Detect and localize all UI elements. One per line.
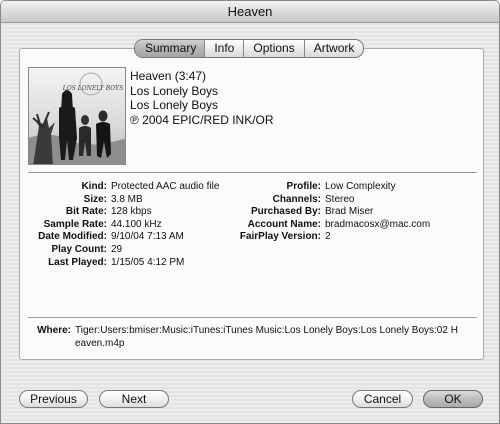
detail-row-profile: Profile: Low Complexity <box>286 181 396 192</box>
previous-button[interactable]: Previous <box>19 390 88 408</box>
where-path: Tiger:Users:bmiser:Music:iTunes:iTunes M… <box>75 325 458 349</box>
top-divider <box>28 172 477 173</box>
next-button[interactable]: Next <box>99 390 169 408</box>
album-artwork-image: LOS LONELY BOYS <box>29 68 125 164</box>
info-dialog-window: Heaven Summary Info Options Artwork LOS … <box>0 0 500 424</box>
tab-bar: Summary Info Options Artwork <box>134 39 365 58</box>
detail-row-purchased-by: Purchased By: Brad Miser <box>250 206 374 218</box>
cancel-button[interactable]: Cancel <box>352 390 413 408</box>
track-album: Los Lonely Boys <box>130 98 219 112</box>
detail-row-bit-rate: Bit Rate: 128 kbps <box>65 206 152 218</box>
detail-row-account-name: Account Name: bradmacosx@mac.com <box>247 218 431 230</box>
track-artist: Los Lonely Boys <box>130 83 219 98</box>
track-copyright: ℗ 2004 EPIC/RED INK/OR <box>130 112 274 127</box>
window-title: Heaven <box>1 1 499 23</box>
detail-row-kind: Kind: Protected AAC audio file <box>81 181 220 192</box>
tab-options[interactable]: Options <box>243 40 303 57</box>
tab-info[interactable]: Info <box>204 40 243 57</box>
detail-row-last-played: Last Played: 1/15/05 4:12 PM <box>48 256 185 268</box>
details-left-column: Kind: Protected AAC audio file Size: 3.8 M… <box>20 181 219 269</box>
detail-row-fairplay-version: FairPlay Version: 2 <box>239 231 331 243</box>
detail-row-channels: Channels: Stereo <box>272 193 355 205</box>
tab-summary[interactable]: Summary <box>135 40 205 57</box>
track-title: Heaven (3:47) <box>130 69 207 83</box>
file-location: Where: Tiger:Users:bmiser:Music:iTunes:i… <box>20 325 461 350</box>
svg-text:LOS LONELY BOYS: LOS LONELY BOYS <box>62 85 123 92</box>
ok-button[interactable]: OK <box>423 390 483 408</box>
detail-row-sample-rate: Sample Rate: 44.100 kHz <box>43 218 162 230</box>
detail-row-play-count: Play Count: 29 <box>51 243 123 255</box>
tab-artwork[interactable]: Artwork <box>303 40 364 57</box>
where-label: Where: <box>37 325 71 336</box>
details-right-column: Profile: Low Complexity Channels: Stereo P… <box>225 181 430 244</box>
detail-row-size: Size: 3.8 MB <box>83 193 143 205</box>
album-artwork: LOS LONELY BOYS <box>28 67 126 165</box>
detail-row-date-modified: Date Modified: 9/10/04 7:13 AM <box>38 231 184 243</box>
track-summary: Heaven (3:47) Los Lonely Boys Los Lonely… <box>130 69 274 127</box>
summary-panel: LOS LONELY BOYS Heaven (3:47) Los Lonely… <box>19 48 484 360</box>
bottom-divider <box>28 317 477 318</box>
